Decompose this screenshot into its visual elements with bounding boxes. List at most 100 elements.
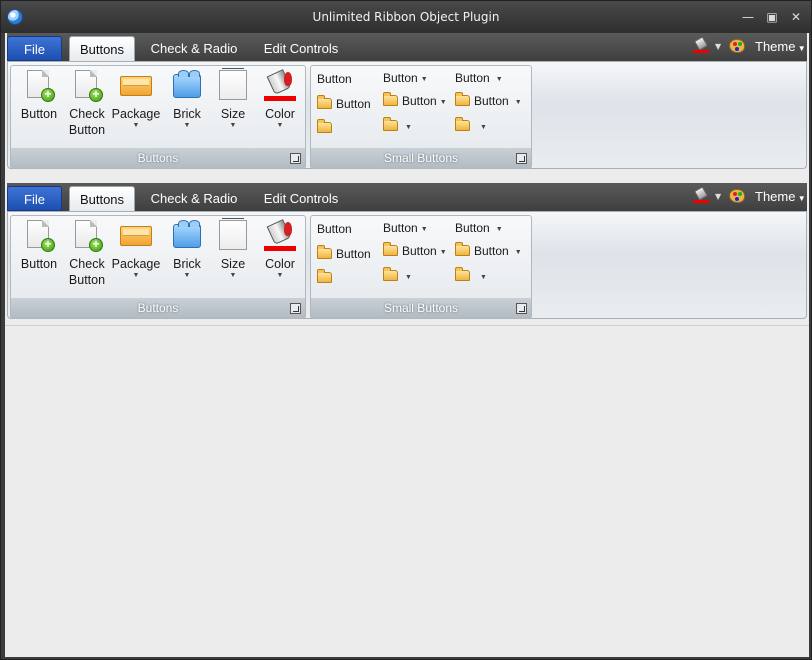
tab-check-radio[interactable]: Check & Radio — [143, 186, 245, 211]
small-button-label: Button — [474, 244, 509, 258]
tab-edit-controls[interactable]: Edit Controls — [255, 186, 347, 211]
color-label: Color — [265, 257, 295, 271]
chevron-down-icon: ▼ — [276, 122, 284, 129]
theme-menu[interactable]: Theme ▼ — [755, 39, 806, 54]
theme-menu[interactable]: Theme ▼ — [755, 189, 806, 204]
small-button-folder-only[interactable] — [317, 268, 336, 288]
folder-icon — [317, 95, 332, 109]
small-split-button[interactable]: Button ▼ — [455, 218, 503, 238]
check-button-label: Check — [69, 257, 105, 271]
small-button-folder[interactable]: Button — [317, 244, 371, 264]
new-document-icon: + — [71, 220, 103, 252]
check-button[interactable]: + Check Button — [63, 218, 111, 294]
small-folder-dropdown[interactable]: ▼ — [383, 266, 412, 286]
tab-edit-controls[interactable]: Edit Controls — [255, 36, 347, 61]
folder-icon — [317, 119, 332, 133]
small-split-button[interactable]: Button ▼ — [383, 218, 428, 238]
chevron-down-icon: ▼ — [183, 122, 191, 129]
big-button[interactable]: + Button — [15, 68, 63, 144]
small-button-folder[interactable]: Button — [317, 94, 371, 114]
small-folder-dropdown[interactable]: ▼ — [383, 116, 412, 136]
paint-bucket-icon — [264, 69, 296, 102]
content-area — [5, 325, 809, 657]
small-button-folder-only[interactable] — [317, 118, 336, 138]
folder-icon — [455, 267, 470, 281]
app-window: Unlimited Ribbon Object Plugin — ▣ ✕ Fil… — [0, 0, 812, 660]
folder-icon — [383, 242, 398, 256]
small-button-label: Button — [383, 221, 418, 235]
close-icon[interactable]: ✕ — [787, 9, 805, 25]
folder-icon — [383, 117, 398, 131]
group-buttons: + Button + Check Button Package ▼ Brick … — [10, 65, 306, 169]
small-folder-dropdown[interactable]: ▼ — [455, 266, 487, 286]
folder-icon — [317, 245, 332, 259]
brick-button[interactable]: Brick ▼ — [163, 68, 211, 144]
tab-file[interactable]: File — [7, 186, 62, 211]
palette-icon[interactable] — [729, 189, 745, 203]
chevron-down-icon[interactable]: ▼ — [715, 192, 721, 201]
size-button[interactable]: Size ▼ — [209, 218, 257, 294]
package-label: Package — [111, 257, 161, 271]
title-bar[interactable]: Unlimited Ribbon Object Plugin — ▣ ✕ — [1, 1, 811, 33]
size-button[interactable]: Size ▼ — [209, 68, 257, 144]
maximize-icon[interactable]: ▣ — [763, 9, 781, 25]
package-button[interactable]: Package ▼ — [111, 68, 161, 144]
package-label: Package — [111, 107, 161, 121]
chevron-down-icon[interactable]: ▼ — [715, 42, 721, 51]
paint-brush-icon[interactable] — [693, 36, 709, 54]
small-button[interactable]: Button — [317, 219, 352, 239]
size-label: Size — [220, 257, 246, 271]
small-folder-split-button[interactable]: Button ▼ — [455, 241, 522, 261]
tab-check-radio[interactable]: Check & Radio — [143, 36, 245, 61]
chevron-down-icon: ▼ — [229, 272, 237, 279]
small-folder-split-button[interactable]: Button ▼ — [455, 91, 522, 111]
big-button[interactable]: + Button — [15, 218, 63, 294]
chevron-down-icon: ▼ — [495, 226, 503, 233]
small-split-button[interactable]: Button ▼ — [383, 68, 428, 88]
group-caption: Buttons — [11, 298, 305, 318]
small-button-label: Button — [455, 221, 490, 235]
dialog-launcher-icon[interactable] — [516, 153, 527, 164]
button-label: Button — [20, 107, 58, 121]
color-button[interactable]: Color ▼ — [256, 218, 304, 294]
color-button[interactable]: Color ▼ — [256, 68, 304, 144]
theme-label: Theme — [755, 39, 796, 54]
check-button[interactable]: + Check Button — [63, 68, 111, 144]
folder-icon — [383, 267, 398, 281]
folder-icon — [455, 242, 470, 256]
ribbon-tab-strip: File Buttons Check & Radio Edit Controls… — [7, 33, 807, 61]
dialog-launcher-icon[interactable] — [290, 153, 301, 164]
folder-icon — [455, 117, 470, 131]
chevron-down-icon: ▼ — [132, 272, 140, 279]
small-button[interactable]: Button — [317, 69, 352, 89]
small-folder-split-button[interactable]: Button ▼ — [383, 91, 447, 111]
palette-icon[interactable] — [729, 39, 745, 53]
minimize-icon[interactable]: — — [739, 9, 757, 25]
brick-button[interactable]: Brick ▼ — [163, 218, 211, 294]
chevron-down-icon: ▼ — [276, 272, 284, 279]
ribbon-panel: + Button + Check Button Package ▼ Brick … — [7, 61, 807, 169]
size-icon — [217, 218, 249, 252]
chevron-down-icon: ▼ — [439, 99, 447, 106]
chevron-down-icon: ▼ — [439, 249, 447, 256]
folder-icon — [317, 269, 332, 283]
small-button-label: Button — [336, 247, 371, 261]
tab-buttons[interactable]: Buttons — [69, 36, 135, 61]
folder-icon — [383, 92, 398, 106]
small-split-button[interactable]: Button ▼ — [455, 68, 503, 88]
brick-label: Brick — [173, 107, 201, 121]
package-button[interactable]: Package ▼ — [111, 218, 161, 294]
tab-buttons[interactable]: Buttons — [69, 186, 135, 211]
paint-brush-icon[interactable] — [693, 186, 709, 204]
tab-file[interactable]: File — [7, 36, 62, 61]
chevron-down-icon: ▼ — [420, 226, 428, 233]
small-button-label: Button — [336, 97, 371, 111]
small-folder-split-button[interactable]: Button ▼ — [383, 241, 447, 261]
check-button-label-2: Button — [68, 273, 106, 287]
new-document-icon: + — [23, 220, 55, 252]
size-icon — [217, 68, 249, 102]
dialog-launcher-icon[interactable] — [516, 303, 527, 314]
small-folder-dropdown[interactable]: ▼ — [455, 116, 487, 136]
dialog-launcher-icon[interactable] — [290, 303, 301, 314]
group-small-buttons: Button Button Button ▼ Button ▼ ▼ Button ▼ … — [310, 215, 532, 319]
